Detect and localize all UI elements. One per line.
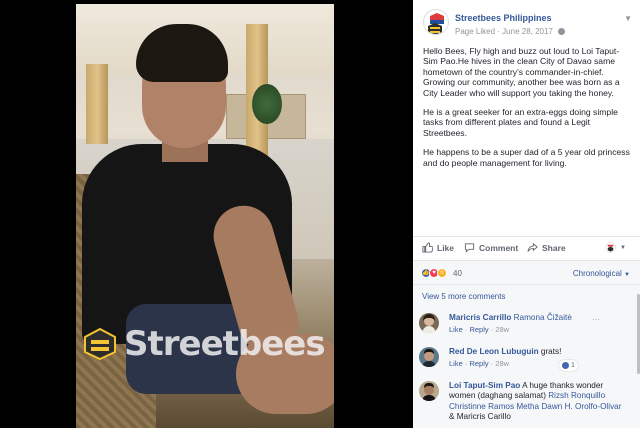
comment-meta: Like · Reply · 28w <box>449 325 510 335</box>
comment-sort-dropdown[interactable]: Chronological ▼ <box>573 269 630 278</box>
plant <box>252 84 282 124</box>
comment-author[interactable]: Loi Taput-Sim Pao <box>449 381 520 390</box>
comment-time[interactable]: 28w <box>495 325 509 334</box>
page-liked-status[interactable]: Page Liked <box>455 27 495 36</box>
avatar[interactable] <box>419 381 439 401</box>
like-button[interactable]: Like <box>422 242 454 253</box>
comment-icon <box>464 243 475 253</box>
comment-like-link[interactable]: Like <box>449 359 463 368</box>
share-button[interactable]: Share <box>527 242 566 253</box>
post-date[interactable]: June 28, 2017 <box>502 27 553 36</box>
reactions-bar: 👍 ♥ ☺ 40 Chronological ▼ <box>413 260 640 284</box>
post-actions: Like Comment Share ▼ <box>413 236 640 258</box>
streetbees-logo-icon <box>425 11 448 34</box>
streetbees-watermark: Streetbees <box>82 324 326 364</box>
post-panel: Streetbees Philippines Page Liked · June… <box>413 0 640 428</box>
like-reaction-icon <box>562 362 569 369</box>
comment-like-number: 1 <box>571 362 575 369</box>
post-header: Streetbees Philippines Page Liked · June… <box>413 0 640 40</box>
comment-author[interactable]: Maricris Carrillo <box>449 313 511 322</box>
comment-tag[interactable]: Ramona Čižaitė <box>514 313 572 322</box>
comment-author[interactable]: Red De Leon Lubuguin <box>449 347 539 356</box>
comment-button[interactable]: Comment <box>464 242 518 253</box>
chevron-down-icon: ▼ <box>624 272 630 278</box>
post-paragraph: Hello Bees, Fly high and buzz out loud t… <box>423 46 620 98</box>
comments-section: View 5 more comments Maricris Carrillo R… <box>413 284 640 428</box>
thumbs-up-icon <box>422 242 433 253</box>
comment-body: Loi Taput-Sim Pao A huge thanks wonder w… <box>449 381 629 423</box>
chevron-down-icon[interactable]: ▼ <box>624 14 632 23</box>
post-paragraph: He is a great seeker for an extra-eggs d… <box>423 107 618 138</box>
avatar[interactable] <box>419 347 439 367</box>
like-label: Like <box>437 242 455 253</box>
comment-like-link[interactable]: Like <box>449 325 463 334</box>
post-body: Hello Bees, Fly high and buzz out loud t… <box>413 40 640 168</box>
avatar[interactable] <box>419 313 439 333</box>
comment-reply-link[interactable]: Reply <box>469 325 488 334</box>
bee-logo-icon <box>84 327 116 361</box>
comment-sort-label: Chronological <box>572 269 622 278</box>
comment-tail: & Maricris Carillo <box>449 412 511 422</box>
reaction-count[interactable]: 40 <box>453 269 462 278</box>
comment-label: Comment <box>479 242 519 253</box>
comment-reply-link[interactable]: Reply <box>469 359 488 368</box>
post-paragraph: He happens to be a super dad of a 5 year… <box>423 147 630 168</box>
share-label: Share <box>542 242 566 253</box>
comment-like-count[interactable]: 1 <box>559 360 578 371</box>
comment-time[interactable]: 28w <box>495 359 509 368</box>
comment-text: grats! <box>540 347 562 356</box>
chevron-down-icon: ▼ <box>620 244 626 251</box>
comment-body: Red De Leon Lubuguin grats! Like · Reply… <box>449 347 629 370</box>
meta-separator: · <box>497 27 500 36</box>
post-as-selector[interactable]: ▼ <box>605 242 626 253</box>
mall-pillar <box>86 64 108 144</box>
page-avatar-small-icon <box>605 242 616 253</box>
haha-reaction-icon: ☺ <box>437 268 447 278</box>
share-icon <box>527 242 538 252</box>
page-name[interactable]: Streetbees Philippines <box>455 13 552 23</box>
page-meta: Page Liked · June 28, 2017 <box>455 27 566 36</box>
comment-item: Loi Taput-Sim Pao A huge thanks wonder w… <box>419 381 634 428</box>
comment-body: Maricris Carrillo Ramona Čižaitė Like · … <box>449 313 629 336</box>
globe-icon <box>558 28 566 35</box>
comment-meta: Like · Reply · 28w <box>449 359 510 369</box>
watermark-text: Streetbees <box>124 324 326 364</box>
more-options-icon[interactable]: ··· <box>592 315 600 324</box>
page-avatar[interactable] <box>423 9 449 35</box>
view-more-comments-link[interactable]: View 5 more comments <box>422 292 505 301</box>
post-photo[interactable]: Streetbees <box>76 4 334 428</box>
comment-item: Maricris Carrillo Ramona Čižaitė Like · … <box>419 313 634 343</box>
reaction-icons[interactable]: 👍 ♥ ☺ <box>421 268 447 278</box>
comment-item: Red De Leon Lubuguin grats! Like · Reply… <box>419 347 634 377</box>
